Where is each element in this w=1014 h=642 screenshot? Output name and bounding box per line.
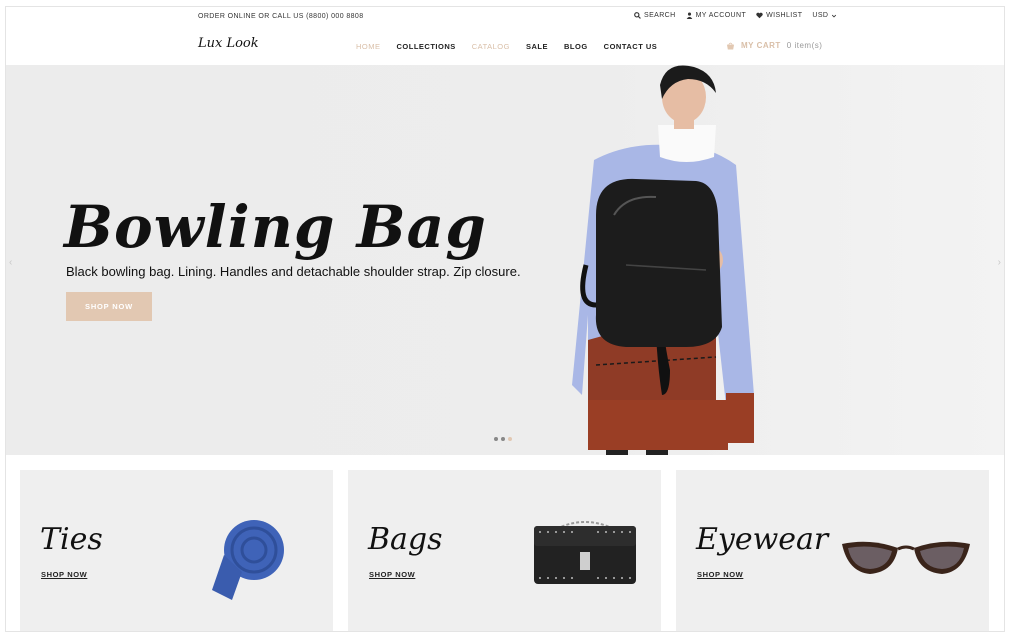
- cart-label: MY CART: [741, 41, 781, 50]
- category-shop-now-link[interactable]: SHOP NOW: [41, 570, 87, 579]
- contact-text: ORDER ONLINE OR CALL US (8800) 000 8808: [198, 13, 364, 20]
- slider-dot-3[interactable]: [508, 437, 512, 441]
- category-shop-now-link[interactable]: SHOP NOW: [369, 570, 415, 579]
- currency-select[interactable]: USD: [812, 12, 837, 19]
- cart-button[interactable]: MY CART 0 item(s): [726, 41, 822, 50]
- category-card-eyewear[interactable]: Eyewear SHOP NOW: [676, 470, 989, 631]
- chevron-down-icon: [832, 14, 837, 18]
- heart-icon: [756, 12, 763, 19]
- search-label: SEARCH: [644, 12, 676, 19]
- nav-item-sale[interactable]: SALE: [526, 42, 548, 51]
- nav-item-contact[interactable]: CONTACT US: [604, 42, 658, 51]
- nav-item-home[interactable]: HOME: [356, 42, 381, 51]
- top-bar: ORDER ONLINE OR CALL US (8800) 000 8808 …: [6, 7, 1004, 29]
- slider-dot-1[interactable]: [494, 437, 498, 441]
- bag-image: [534, 521, 636, 584]
- nav-item-collections[interactable]: COLLECTIONS: [397, 42, 456, 51]
- slider-dots: [494, 437, 512, 441]
- search-icon: [634, 12, 641, 19]
- category-card-bags[interactable]: Bags SHOP NOW: [348, 470, 661, 631]
- slider-dot-2[interactable]: [501, 437, 505, 441]
- category-title: Eyewear: [696, 522, 829, 557]
- user-icon: [686, 12, 692, 19]
- hero-title: Bowling Bag: [64, 193, 487, 261]
- category-title: Ties: [40, 522, 103, 557]
- search-link[interactable]: SEARCH: [634, 12, 676, 19]
- wishlist-label: WISHLIST: [766, 12, 803, 19]
- currency-label: USD: [812, 12, 829, 19]
- account-link[interactable]: MY ACCOUNT: [686, 12, 747, 19]
- chevron-right-icon[interactable]: ›: [998, 257, 1001, 268]
- hero-model-image: [572, 65, 754, 455]
- nav-item-blog[interactable]: BLOG: [564, 42, 588, 51]
- category-title: Bags: [368, 522, 443, 557]
- cart-count: 0 item(s): [786, 41, 823, 50]
- category-shop-now-link[interactable]: SHOP NOW: [697, 570, 743, 579]
- category-cards: Ties SHOP NOW Bags SHOP NOW Eyewear SHOP…: [20, 470, 992, 631]
- sunglasses-image: [842, 541, 970, 574]
- category-card-ties[interactable]: Ties SHOP NOW: [20, 470, 333, 631]
- main-header: Lux Look HOME COLLECTIONS CATALOG SALE B…: [6, 29, 1004, 65]
- shop-now-button[interactable]: SHOP NOW: [66, 292, 152, 321]
- tie-image: [212, 520, 284, 600]
- hero-description: Black bowling bag. Lining. Handles and d…: [66, 264, 521, 279]
- top-links: SEARCH MY ACCOUNT WISHLIST USD: [634, 12, 837, 19]
- logo[interactable]: Lux Look: [198, 36, 259, 51]
- page-frame: ORDER ONLINE OR CALL US (8800) 000 8808 …: [5, 6, 1005, 632]
- nav-item-catalog[interactable]: CATALOG: [472, 42, 510, 51]
- account-label: MY ACCOUNT: [695, 12, 747, 19]
- wishlist-link[interactable]: WISHLIST: [756, 12, 802, 19]
- chevron-left-icon[interactable]: ‹: [9, 257, 12, 268]
- cart-icon: [726, 42, 735, 50]
- main-nav: HOME COLLECTIONS CATALOG SALE BLOG CONTA…: [356, 42, 657, 51]
- hero-slider: ‹ › Bowling Bag Black bowling bag. Linin…: [6, 65, 1004, 455]
